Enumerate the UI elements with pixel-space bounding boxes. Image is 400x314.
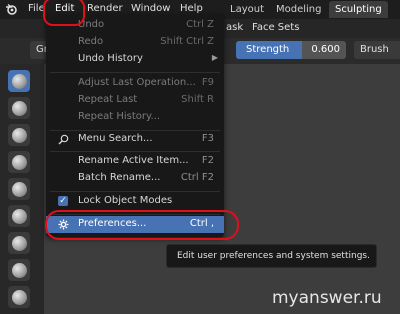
sphere-brush-icon bbox=[11, 73, 27, 89]
menu-item-label: Repeat Last bbox=[78, 94, 138, 105]
menu-item-label: Menu Search... bbox=[78, 133, 153, 144]
menu-separator bbox=[50, 72, 220, 73]
menu-window[interactable]: Window bbox=[131, 3, 170, 14]
menu-item-redo[interactable]: Redo Shift Ctrl Z bbox=[46, 34, 224, 51]
submenu-arrow-icon: ▶ bbox=[211, 53, 218, 62]
sphere-brush-icon bbox=[11, 127, 27, 143]
menu-item-shortcut: Ctrl , bbox=[189, 218, 214, 229]
menu-item-label: Undo bbox=[78, 19, 105, 30]
sphere-brush-icon bbox=[11, 100, 27, 116]
menu-item-undo-history[interactable]: Undo History ▶ bbox=[46, 51, 224, 68]
menu-help[interactable]: Help bbox=[180, 3, 203, 14]
menu-item-label: Batch Rename... bbox=[78, 172, 161, 183]
menu-item-shortcut: Shift Ctrl Z bbox=[160, 36, 214, 47]
crease-brush-tool[interactable] bbox=[8, 286, 30, 308]
strength-value: 0.600 bbox=[311, 44, 340, 55]
menu-item-label: Repeat History... bbox=[78, 111, 161, 122]
blob-brush-tool[interactable] bbox=[8, 259, 30, 281]
menu-item-label: Rename Active Item... bbox=[78, 155, 189, 166]
sphere-brush-icon bbox=[11, 154, 27, 170]
blender-logo-icon[interactable] bbox=[5, 3, 17, 15]
tab-layout[interactable]: Layout bbox=[224, 1, 270, 18]
tab-modeling[interactable]: Modeling bbox=[270, 1, 328, 18]
clay-brush-tool[interactable] bbox=[8, 124, 30, 146]
layer-brush-tool[interactable] bbox=[8, 205, 30, 227]
preferences-tooltip: Edit user preferences and system setting… bbox=[166, 244, 377, 268]
brush-dropdown[interactable]: Brush bbox=[354, 41, 400, 59]
sphere-brush-icon bbox=[11, 181, 27, 197]
menu-item-shortcut: F3 bbox=[201, 133, 214, 144]
menu-edit[interactable]: Edit bbox=[55, 3, 74, 14]
menu-item-label: Undo History bbox=[78, 53, 143, 64]
menu-item-shortcut: Ctrl F2 bbox=[180, 172, 214, 183]
inflate-brush-tool[interactable] bbox=[8, 232, 30, 254]
edit-menu: Undo Ctrl Z Redo Shift Ctrl Z Undo Histo… bbox=[46, 14, 224, 237]
menu-item-preferences[interactable]: Preferences... Ctrl , bbox=[46, 216, 224, 233]
menu-item-shortcut: Shift R bbox=[181, 94, 214, 105]
face-sets-menu[interactable]: Face Sets bbox=[252, 22, 299, 33]
strength-label: Strength bbox=[246, 44, 290, 55]
clay-strips-brush-tool[interactable] bbox=[8, 151, 30, 173]
menu-item-rename-active-item[interactable]: Rename Active Item... F2 bbox=[46, 153, 224, 170]
menu-item-label: Lock Object Modes bbox=[78, 195, 173, 206]
menu-item-shortcut: Ctrl Z bbox=[186, 19, 214, 30]
menu-item-shortcut: F2 bbox=[201, 155, 214, 166]
checkbox-checked-icon[interactable]: ✓ bbox=[58, 196, 68, 206]
menu-separator bbox=[50, 191, 220, 192]
sculpt-tool-panel bbox=[0, 64, 44, 314]
menu-item-label: Adjust Last Operation... bbox=[78, 77, 196, 88]
menu-item-label: Preferences... bbox=[78, 218, 147, 229]
watermark: myanswer.ru bbox=[272, 288, 382, 308]
gear-icon bbox=[58, 219, 69, 230]
menu-separator bbox=[50, 214, 220, 215]
tooltip-text: Edit user preferences and system setting… bbox=[177, 251, 370, 261]
draw-brush-tool[interactable] bbox=[8, 70, 30, 92]
menu-item-adjust-last-operation[interactable]: Adjust Last Operation... F9 bbox=[46, 75, 224, 92]
strength-slider[interactable]: Strength 0.600 bbox=[236, 41, 346, 59]
menu-separator bbox=[50, 151, 220, 152]
menu-item-menu-search[interactable]: Menu Search... F3 bbox=[46, 131, 224, 148]
draw-sharp-brush-tool[interactable] bbox=[8, 97, 30, 119]
sphere-brush-icon bbox=[11, 262, 27, 278]
sphere-brush-icon bbox=[11, 289, 27, 305]
menu-item-repeat-history[interactable]: Repeat History... bbox=[46, 109, 224, 126]
mask-menu[interactable]: ask bbox=[226, 22, 243, 33]
menu-item-repeat-last[interactable]: Repeat Last Shift R bbox=[46, 92, 224, 109]
menu-item-undo[interactable]: Undo Ctrl Z bbox=[46, 17, 224, 34]
menu-file[interactable]: File bbox=[28, 3, 45, 14]
menu-item-label: Redo bbox=[78, 36, 104, 47]
menu-item-batch-rename[interactable]: Batch Rename... Ctrl F2 bbox=[46, 170, 224, 187]
menu-item-shortcut: F9 bbox=[201, 77, 214, 88]
search-icon bbox=[58, 134, 69, 145]
menu-item-lock-object-modes[interactable]: ✓ Lock Object Modes bbox=[46, 193, 224, 210]
clay-thumb-brush-tool[interactable] bbox=[8, 178, 30, 200]
tab-sculpting[interactable]: Sculpting bbox=[329, 1, 388, 18]
menu-render[interactable]: Render bbox=[87, 3, 123, 14]
sphere-brush-icon bbox=[11, 208, 27, 224]
sphere-brush-icon bbox=[11, 235, 27, 251]
